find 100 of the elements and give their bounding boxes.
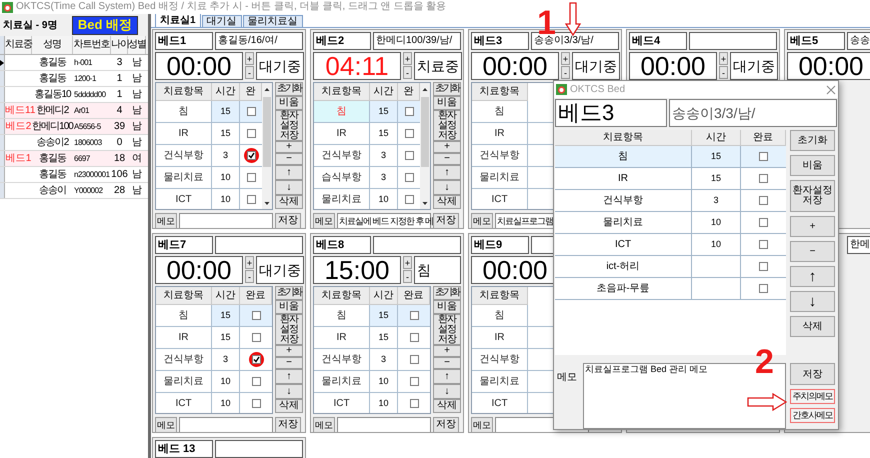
action-button[interactable]: 삭제 xyxy=(790,316,835,337)
table-row[interactable]: 초음파-무릎 xyxy=(555,278,786,300)
close-icon[interactable] xyxy=(826,84,836,94)
table-row[interactable]: 물리치료 10 xyxy=(555,212,786,234)
action-button[interactable]: 초기화 xyxy=(433,82,461,96)
action-button[interactable]: 환자설정저장 xyxy=(790,180,835,212)
checkbox[interactable] xyxy=(410,311,418,320)
action-button[interactable]: 비움 xyxy=(433,96,461,110)
action-button[interactable]: 환자설정저장 xyxy=(275,110,303,141)
checkbox[interactable] xyxy=(252,355,260,364)
table-row[interactable]: ICT 10 xyxy=(555,234,786,256)
action-button[interactable]: ↑ xyxy=(433,165,461,180)
tab[interactable]: 대기실 xyxy=(202,15,242,27)
memo-field[interactable] xyxy=(179,416,273,432)
action-button[interactable]: 환자설정저장 xyxy=(433,314,461,345)
table-row[interactable]: 침 15 xyxy=(555,146,786,168)
checkbox[interactable] xyxy=(246,107,256,116)
tab[interactable]: 물리치료실 xyxy=(242,15,303,27)
action-button[interactable]: 초기화 xyxy=(275,286,303,300)
spin-button[interactable]: - xyxy=(245,270,254,283)
action-button[interactable]: + xyxy=(275,345,303,357)
action-button[interactable]: ↑ xyxy=(275,369,303,384)
tab[interactable]: 치료실1 xyxy=(155,14,201,27)
save-button[interactable]: 저장 xyxy=(275,212,301,228)
checkbox[interactable] xyxy=(246,195,256,204)
spin-button[interactable]: - xyxy=(561,66,570,79)
spin-button[interactable]: - xyxy=(403,66,412,79)
assign-bed-button[interactable]: Bed 배정 xyxy=(72,16,138,34)
checkbox[interactable] xyxy=(759,174,768,183)
action-button[interactable]: − xyxy=(275,153,303,165)
action-button[interactable]: 삭제 xyxy=(433,195,461,209)
save-button[interactable]: 저장 xyxy=(275,416,301,432)
memo-button[interactable]: 메모 xyxy=(313,212,335,228)
checkbox[interactable] xyxy=(404,107,414,116)
action-button[interactable]: 초기화 xyxy=(790,130,835,151)
action-button[interactable]: − xyxy=(433,357,461,369)
memo-button[interactable]: 메모 xyxy=(471,212,493,228)
scrollbar[interactable] xyxy=(262,83,272,209)
memo-button[interactable]: 간호사메모 xyxy=(790,408,835,423)
action-button[interactable]: 삭제 xyxy=(275,399,303,413)
action-button[interactable]: 비움 xyxy=(433,300,461,314)
table-row[interactable]: 건식부항 3 xyxy=(555,190,786,212)
action-button[interactable]: + xyxy=(433,345,461,357)
checkbox[interactable] xyxy=(246,151,256,160)
checkbox[interactable] xyxy=(410,333,418,342)
checkbox[interactable] xyxy=(759,284,768,293)
table-row[interactable]: IR 15 xyxy=(555,168,786,190)
action-button[interactable]: − xyxy=(433,153,461,165)
save-button[interactable]: 저장 xyxy=(790,363,835,385)
checkbox[interactable] xyxy=(252,311,260,320)
checkbox[interactable] xyxy=(759,262,768,271)
checkbox[interactable] xyxy=(759,196,768,205)
row-header[interactable] xyxy=(0,55,5,70)
checkbox[interactable] xyxy=(404,129,414,138)
action-button[interactable]: + xyxy=(275,141,303,153)
action-button[interactable]: ↑ xyxy=(275,165,303,180)
action-button[interactable]: ↑ xyxy=(790,266,835,287)
memo-button[interactable]: 메모 xyxy=(155,416,177,432)
action-button[interactable]: 비움 xyxy=(275,300,303,314)
action-button[interactable]: 환자설정저장 xyxy=(433,110,461,141)
action-button[interactable]: 환자설정저장 xyxy=(275,314,303,345)
checkbox[interactable] xyxy=(410,377,418,386)
spin-button[interactable]: + xyxy=(403,52,412,65)
action-button[interactable]: 삭제 xyxy=(433,399,461,413)
save-button[interactable]: 저장 xyxy=(433,416,459,432)
action-button[interactable]: 초기화 xyxy=(275,82,303,96)
action-button[interactable]: + xyxy=(433,141,461,153)
checkbox[interactable] xyxy=(759,152,768,161)
action-button[interactable]: ↓ xyxy=(275,180,303,195)
action-button[interactable]: + xyxy=(790,216,835,237)
checkbox[interactable] xyxy=(759,240,768,249)
action-button[interactable]: ↓ xyxy=(275,384,303,399)
checkbox[interactable] xyxy=(252,333,260,342)
action-button[interactable]: 삭제 xyxy=(275,195,303,209)
memo-field[interactable]: 치료실에 베드 지정한 후 메 xyxy=(337,212,431,228)
action-button[interactable]: 초기화 xyxy=(433,286,461,300)
action-button[interactable]: ↑ xyxy=(433,369,461,384)
checkbox[interactable] xyxy=(759,218,768,227)
checkbox[interactable] xyxy=(404,195,414,204)
checkbox[interactable] xyxy=(252,399,260,408)
memo-button[interactable]: 메모 xyxy=(313,416,335,432)
spin-button[interactable]: + xyxy=(245,52,254,65)
action-button[interactable]: 비움 xyxy=(275,96,303,110)
spin-button[interactable]: + xyxy=(245,256,254,269)
table-row[interactable]: ict-허리 xyxy=(555,256,786,278)
checkbox[interactable] xyxy=(410,355,418,364)
scrollbar[interactable] xyxy=(420,83,430,209)
spin-button[interactable]: + xyxy=(719,52,728,65)
action-button[interactable]: − xyxy=(790,241,835,262)
spin-button[interactable]: + xyxy=(403,256,412,269)
action-button[interactable]: − xyxy=(275,357,303,369)
action-button[interactable]: ↓ xyxy=(433,180,461,195)
checkbox[interactable] xyxy=(404,173,414,182)
memo-field[interactable] xyxy=(337,416,431,432)
checkbox[interactable] xyxy=(246,173,256,182)
checkbox[interactable] xyxy=(246,129,256,138)
memo-button[interactable]: 메모 xyxy=(471,416,493,432)
checkbox[interactable] xyxy=(410,399,418,408)
memo-button[interactable]: 메모 xyxy=(155,212,177,228)
spin-button[interactable]: + xyxy=(561,52,570,65)
